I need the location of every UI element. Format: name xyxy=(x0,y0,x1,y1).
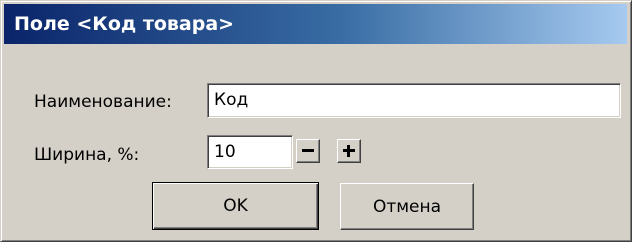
field-properties-dialog: Поле <Код товара> Наименование: Код Шири… xyxy=(0,0,632,242)
width-label: Ширина, %: xyxy=(34,145,140,165)
width-input[interactable]: 10 xyxy=(207,135,293,169)
plus-icon xyxy=(347,145,350,157)
name-input-value: Код xyxy=(214,90,249,110)
width-input-value: 10 xyxy=(214,142,236,162)
increment-button[interactable] xyxy=(337,139,361,163)
cancel-button[interactable]: Отмена xyxy=(340,183,474,230)
decrement-button[interactable] xyxy=(296,139,320,163)
cancel-button-label: Отмена xyxy=(372,197,442,217)
name-input[interactable]: Код xyxy=(207,83,621,118)
ok-button[interactable]: OK xyxy=(152,182,319,230)
name-label: Наименование: xyxy=(34,92,172,112)
dialog-title: Поле <Код товара> xyxy=(14,13,235,35)
ok-button-label: OK xyxy=(223,196,248,216)
title-bar[interactable]: Поле <Код товара> xyxy=(4,4,627,44)
minus-icon xyxy=(302,149,314,152)
